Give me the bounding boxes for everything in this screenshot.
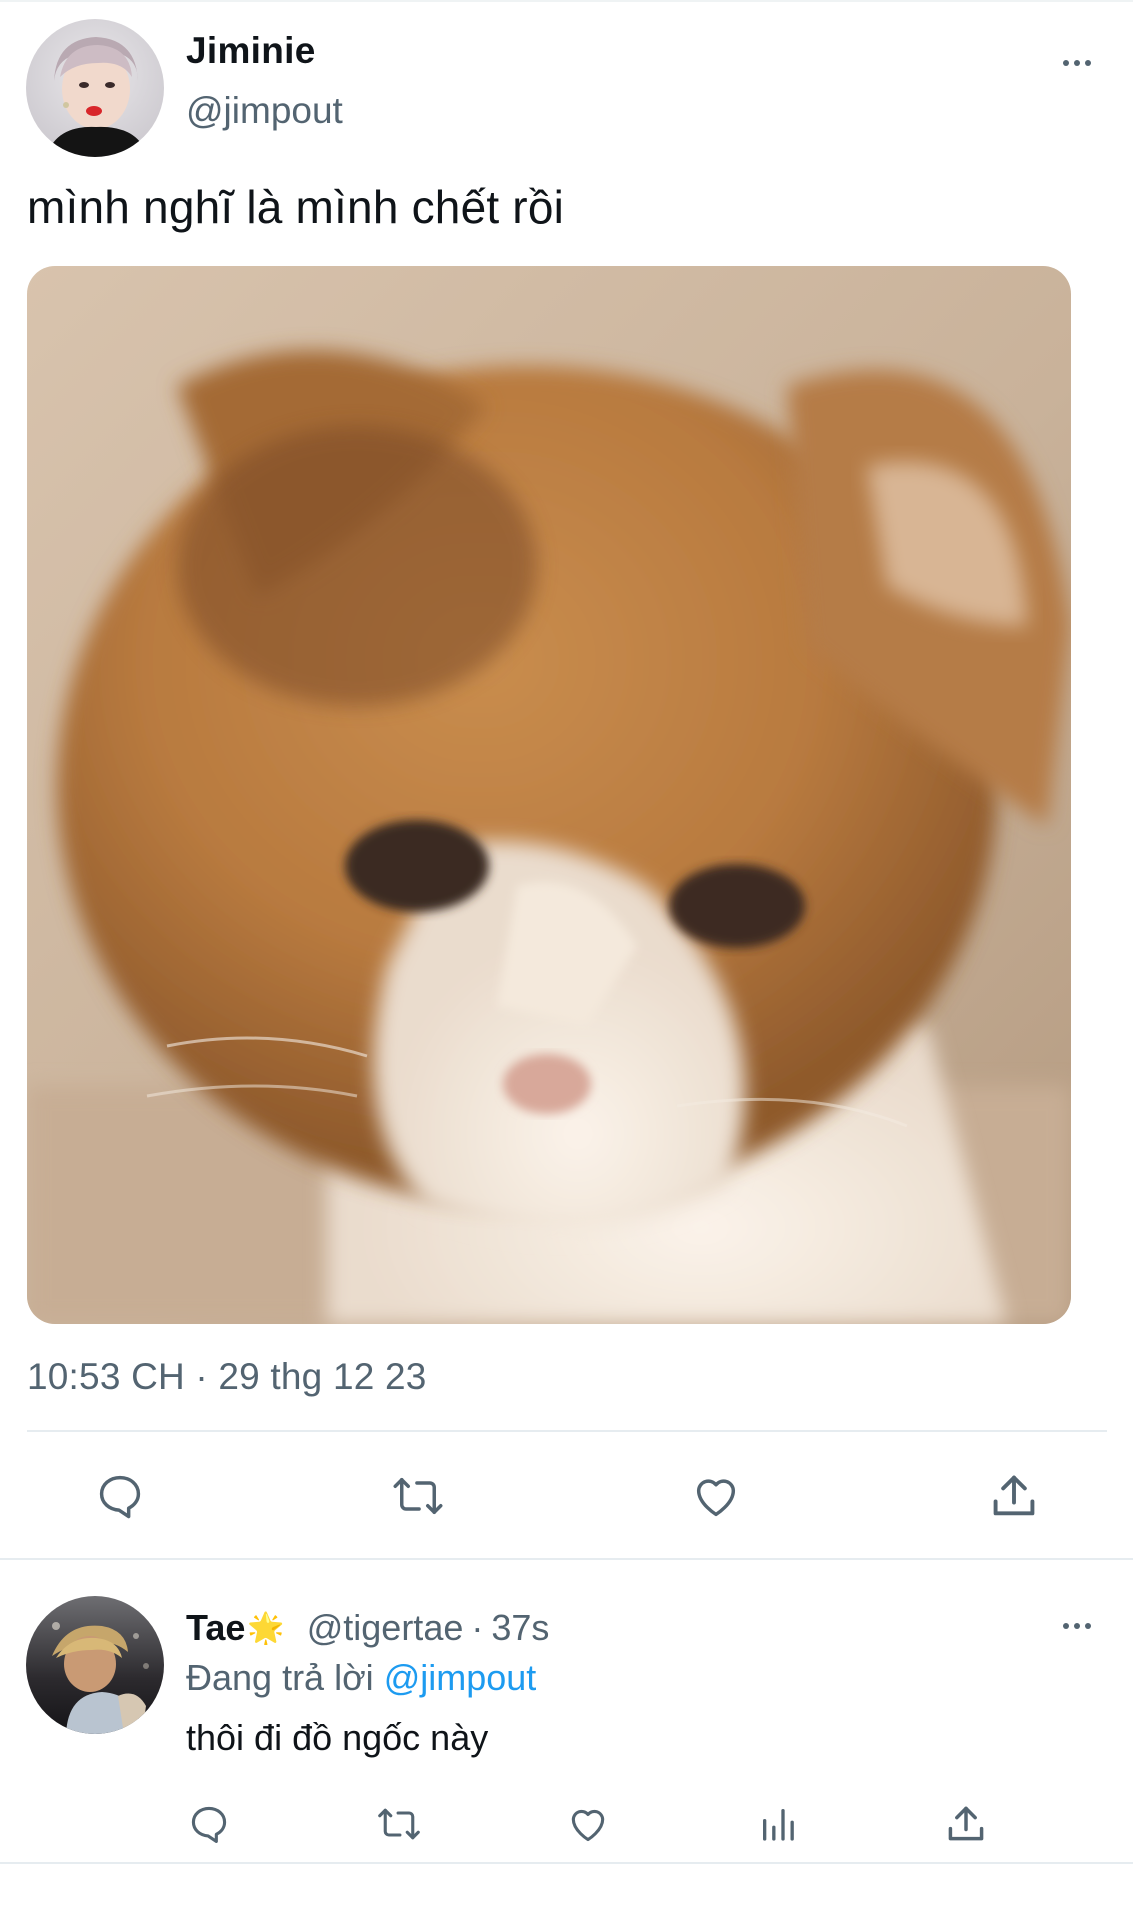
reply-author-name[interactable]: Tae (186, 1607, 245, 1649)
reply-header: Tae 🌟 @tigertae · 37s (186, 1607, 549, 1649)
replying-to-mention[interactable]: @jimpout (384, 1657, 537, 1698)
like-icon[interactable] (686, 1466, 746, 1526)
divider (0, 1862, 1133, 1864)
reply-share-icon[interactable] (941, 1799, 991, 1849)
replying-to-label: Đang trả lời (186, 1657, 374, 1698)
divider (27, 1430, 1107, 1432)
retweet-icon[interactable] (386, 1466, 450, 1526)
reply-time[interactable]: 37s (491, 1607, 549, 1649)
share-icon[interactable] (984, 1466, 1044, 1526)
reply-more-options-icon[interactable] (1053, 1614, 1101, 1638)
replying-to: Đang trả lời @jimpout (186, 1657, 536, 1699)
sparkle-star-emoji: 🌟 (247, 1611, 285, 1645)
reply-analytics-icon[interactable] (753, 1799, 803, 1849)
separator-dot: · (471, 1607, 484, 1648)
reply-text: thôi đi đồ ngốc này (186, 1717, 489, 1758)
tweet-media-kitten[interactable] (27, 266, 1071, 1324)
reply-author-handle[interactable]: @tigertae (307, 1607, 464, 1649)
divider (0, 1558, 1133, 1560)
reply-icon[interactable] (90, 1466, 150, 1526)
author-handle[interactable]: @jimpout (186, 90, 343, 132)
top-border (0, 0, 1133, 2)
more-options-icon[interactable] (1053, 51, 1101, 75)
tweet-text: mình nghĩ là mình chết rồi (27, 181, 565, 233)
reply-author-avatar[interactable] (26, 1596, 164, 1734)
author-avatar[interactable] (26, 19, 164, 157)
author-name[interactable]: Jiminie (186, 30, 316, 72)
reply-like-icon[interactable] (563, 1799, 613, 1849)
tweet-timestamp[interactable]: 10:53 CH · 29 thg 12 23 (27, 1356, 427, 1398)
reply-reply-icon[interactable] (184, 1799, 234, 1849)
reply-retweet-icon[interactable] (372, 1799, 426, 1849)
